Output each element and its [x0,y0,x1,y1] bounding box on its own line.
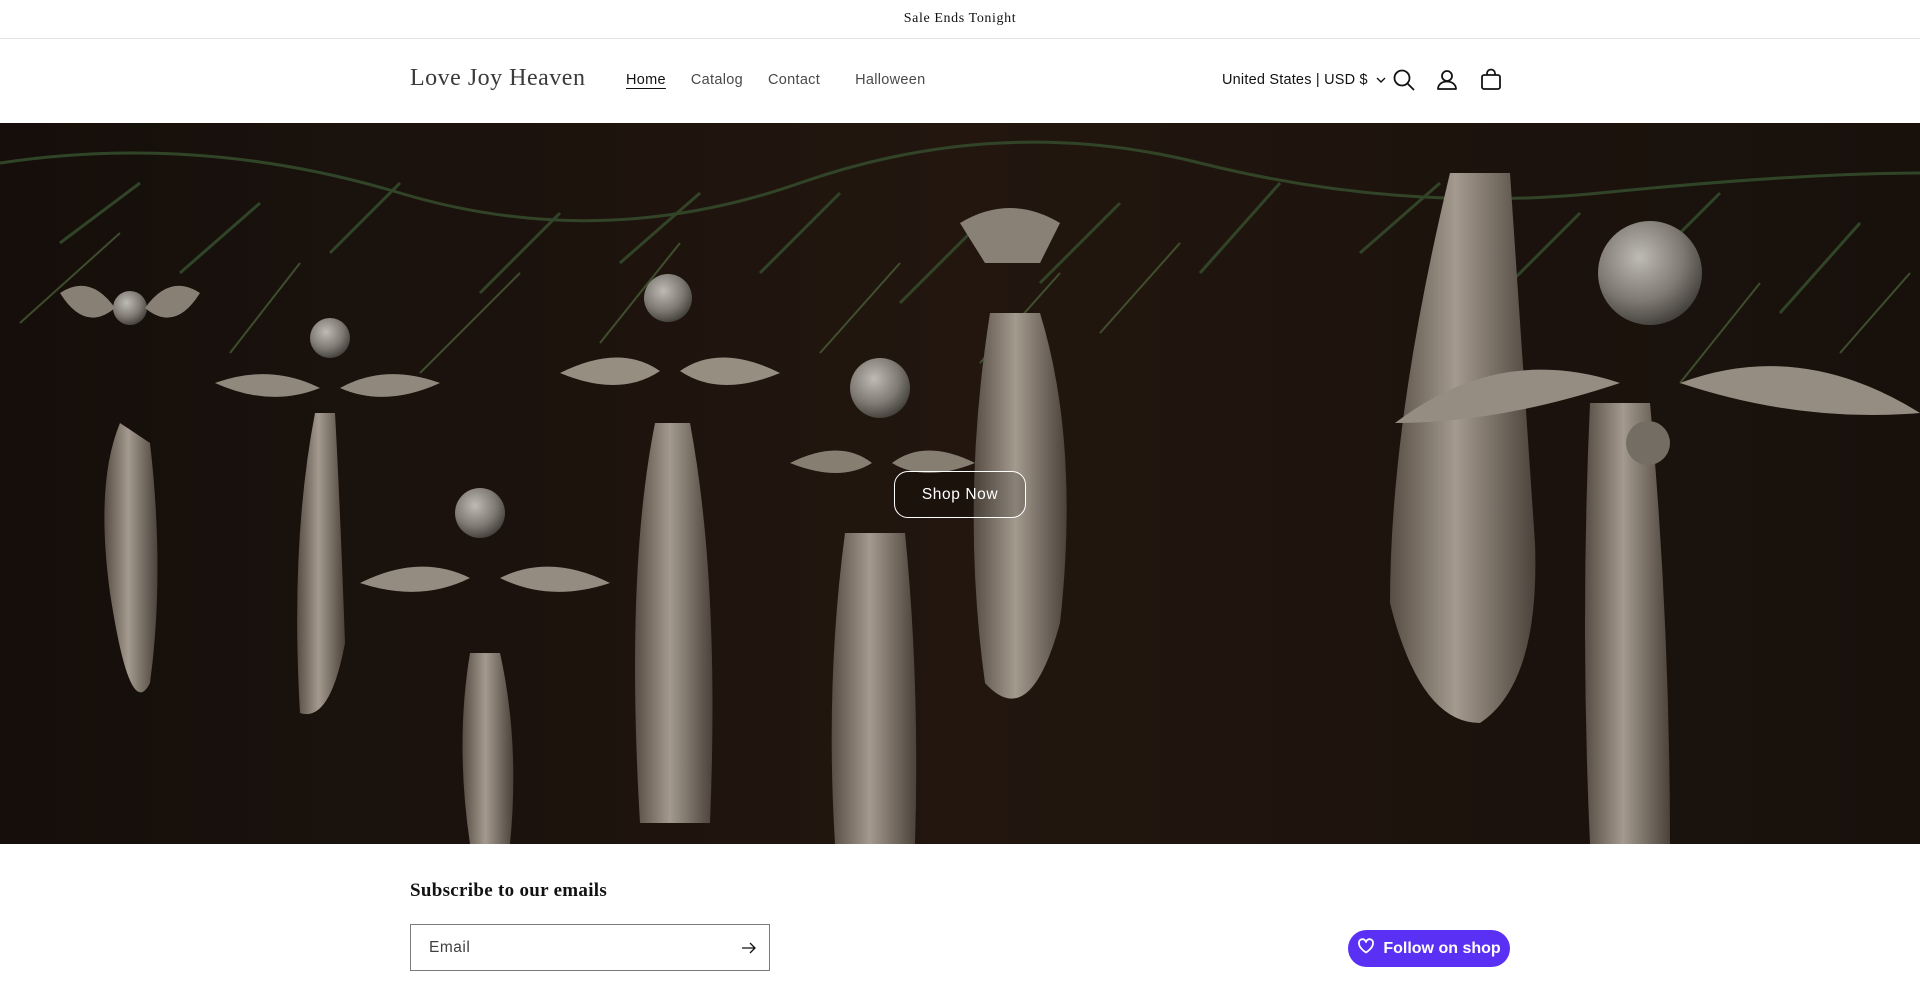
site-header: Love Joy Heaven Home Catalog Contact Hal… [0,39,1920,123]
follow-label: Follow on shop [1383,939,1501,957]
store-logo[interactable]: Love Joy Heaven [410,65,585,92]
heart-icon [1357,937,1375,960]
announcement-text: Sale Ends Tonight [903,11,1017,26]
shop-now-button[interactable]: Shop Now [894,471,1026,518]
account-icon[interactable] [1434,67,1460,93]
country-currency-label: United States | USD $ [1222,72,1368,88]
cart-icon[interactable] [1478,67,1504,93]
nav-item-contact[interactable]: Contact [768,72,820,88]
nav-item-halloween[interactable]: Halloween [855,72,925,88]
announcement-bar: Sale Ends Tonight [0,0,1920,39]
country-currency-selector[interactable]: United States | USD $ [1222,72,1386,88]
hero-banner: Shop Now [0,123,1920,844]
nav-item-home[interactable]: Home [626,72,666,88]
email-field-wrapper [410,924,770,971]
email-field[interactable] [411,925,711,970]
follow-on-shop-button[interactable]: Follow on shop [1348,930,1510,967]
search-icon[interactable] [1391,67,1417,93]
chevron-down-icon [1376,72,1386,88]
main-nav: Home Catalog Contact Halloween [626,72,950,88]
newsletter-title: Subscribe to our emails [410,880,608,901]
arrow-right-icon[interactable] [741,940,757,956]
nav-item-catalog[interactable]: Catalog [691,72,743,88]
